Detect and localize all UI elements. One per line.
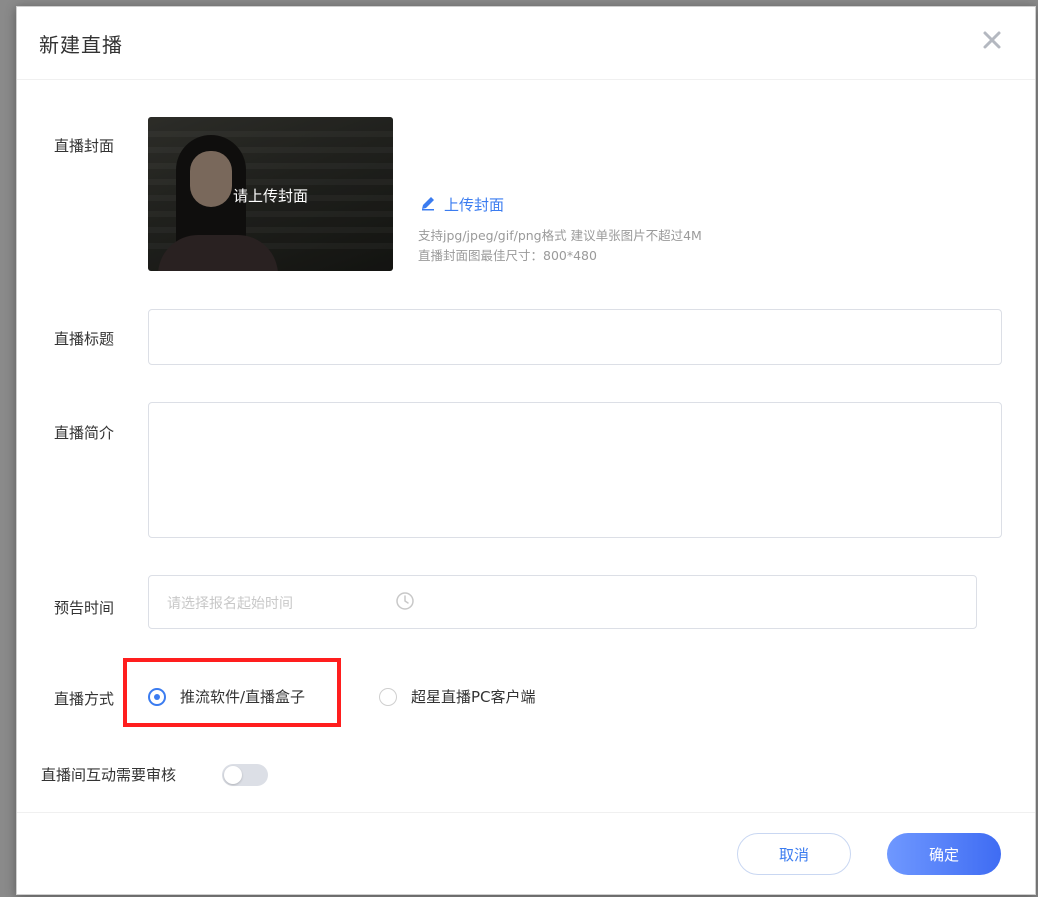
cover-help-format: 支持jpg/jpeg/gif/png格式 建议单张图片不超过4M [418,228,702,243]
confirm-button[interactable]: 确定 [887,833,1001,875]
live-intro-textarea[interactable] [148,402,1002,538]
dialog-header: 新建直播 [17,7,1035,80]
mode-option-pc-client[interactable]: 超星直播PC客户端 [379,686,536,707]
red-highlight-box [123,658,341,727]
cancel-button[interactable]: 取消 [737,833,851,875]
cover-help-size: 直播封面图最佳尺寸：800*480 [418,248,597,263]
dialog-footer-divider [17,812,1035,813]
upload-cover-link[interactable]: 上传封面 [420,194,504,215]
time-placeholder: 请选择报名起始时间 [167,596,293,612]
pencil-icon [420,195,436,215]
title-label: 直播标题 [54,330,115,348]
new-live-dialog: 新建直播 直播封面 请上传封面 上传封面 支持jpg/jpeg/gif/png格… [16,6,1036,895]
mode-label: 直播方式 [54,690,115,708]
review-label: 直播间互动需要审核 [41,766,177,784]
cover-overlay-text: 请上传封面 [232,187,308,205]
cover-image-upload[interactable]: 请上传封面 [148,117,393,271]
review-toggle-switch[interactable] [222,764,268,786]
live-title-input[interactable] [148,309,1002,365]
toggle-knob [224,766,242,784]
clock-icon [395,591,415,611]
dialog-title: 新建直播 [39,33,123,57]
intro-label: 直播简介 [54,424,115,442]
upload-cover-text: 上传封面 [444,196,505,214]
start-time-picker[interactable]: 请选择报名起始时间 [148,575,977,629]
time-label: 预告时间 [54,599,115,617]
radio-unselected-icon [379,687,397,706]
close-icon[interactable] [977,25,1007,55]
cover-label: 直播封面 [54,137,115,155]
mode-option-label: 超星直播PC客户端 [411,688,536,706]
